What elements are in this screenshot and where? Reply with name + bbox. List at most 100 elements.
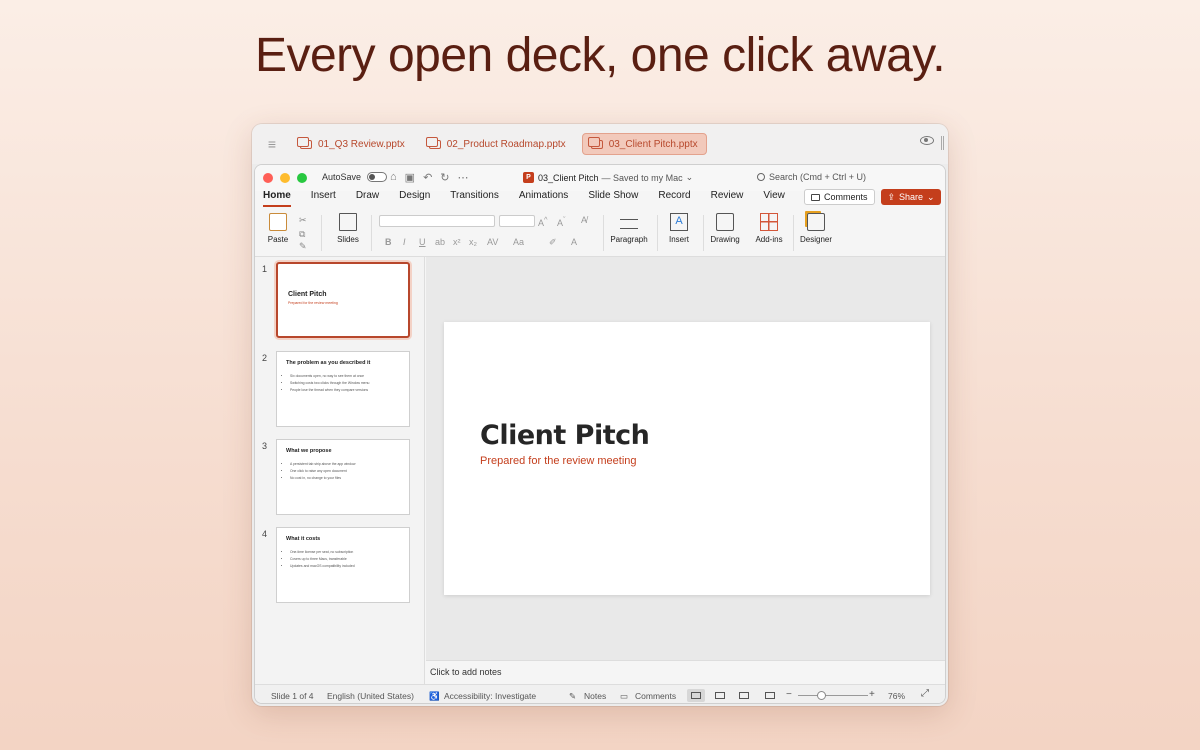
font-name-select[interactable]: [379, 215, 495, 227]
designer-icon: [807, 213, 825, 231]
tab-q3-review[interactable]: 01_Q3 Review.pptx: [292, 133, 413, 155]
slide-thumbnail-3[interactable]: What we propose A persistent tab strip a…: [276, 439, 410, 515]
menu-icon[interactable]: ≡: [252, 136, 292, 152]
chevron-down-icon: ⌄: [927, 191, 935, 202]
home-icon[interactable]: ⌂: [390, 171, 397, 184]
minimize-window-button[interactable]: [280, 173, 290, 183]
tab-design[interactable]: Design: [399, 189, 430, 209]
tab-insert[interactable]: Insert: [311, 189, 336, 209]
language[interactable]: English (United States): [327, 691, 414, 701]
marketing-headline: Every open deck, one click away.: [254, 29, 946, 82]
slide-subtitle[interactable]: Prepared for the review meeting: [480, 455, 637, 467]
tab-review[interactable]: Review: [711, 189, 744, 209]
presentation-icon: [765, 692, 775, 699]
undo-icon[interactable]: ↶: [423, 171, 432, 184]
autosave-toggle[interactable]: [367, 172, 388, 182]
tab-animations[interactable]: Animations: [519, 189, 568, 209]
change-case-icon[interactable]: Aa: [513, 237, 524, 247]
zoom-window-button[interactable]: [297, 173, 307, 183]
slides-group[interactable]: Slides: [331, 213, 365, 244]
slideshow-button[interactable]: [761, 689, 779, 702]
zoom-in-button[interactable]: +: [869, 689, 875, 700]
share-button[interactable]: ⇪ Share ⌄: [881, 189, 941, 205]
notes-field[interactable]: Click to add notes: [426, 660, 945, 684]
slides-layout-icon: [339, 213, 357, 231]
close-window-button[interactable]: [263, 173, 273, 183]
eye-icon[interactable]: [920, 136, 934, 145]
decrease-font-icon[interactable]: Aˇ: [557, 215, 566, 228]
slide-editing-area: Client Pitch Prepared for the review mee…: [426, 257, 945, 660]
font-size-select[interactable]: [499, 215, 535, 227]
drawing-shapes-icon: [716, 213, 734, 231]
slide-title[interactable]: Client Pitch: [480, 420, 650, 451]
accessibility-status[interactable]: Accessibility: Investigate: [444, 691, 536, 701]
strikethrough-icon[interactable]: ab: [435, 237, 445, 247]
search-placeholder: Search (Cmd + Ctrl + U): [769, 172, 867, 182]
tab-record[interactable]: Record: [658, 189, 690, 209]
slide-sorter-button[interactable]: [711, 689, 729, 702]
drawing-label: Drawing: [710, 235, 740, 244]
redo-icon[interactable]: ↻: [440, 171, 449, 184]
format-painter-icon[interactable]: ✎: [299, 241, 307, 252]
italic-icon[interactable]: I: [403, 237, 406, 247]
document-title[interactable]: P 03_Client Pitch — Saved to my Mac ⌄: [523, 172, 693, 183]
slide-thumbnail-4[interactable]: What it costs One-time license per seat,…: [276, 527, 410, 603]
tab-draw[interactable]: Draw: [356, 189, 379, 209]
window-controls: [263, 173, 307, 183]
save-icon[interactable]: ▣: [405, 171, 415, 184]
slide-thumbnail-2[interactable]: The problem as you described it Six docu…: [276, 351, 410, 427]
addins-group[interactable]: Add-ins: [751, 213, 787, 244]
tab-slide-show[interactable]: Slide Show: [588, 189, 638, 209]
tab-client-pitch[interactable]: 03_Client Pitch.pptx: [581, 133, 707, 155]
highlight-icon[interactable]: ✐: [549, 237, 557, 248]
chevron-down-icon: ⌄: [685, 172, 694, 182]
zoom-out-button[interactable]: −: [786, 689, 792, 700]
notes-toggle[interactable]: Notes: [584, 691, 606, 701]
subscript-icon[interactable]: x₂: [469, 237, 477, 247]
character-spacing-icon[interactable]: AV: [487, 237, 498, 247]
clear-format-icon[interactable]: A̸: [581, 215, 587, 225]
fit-to-window-icon[interactable]: ⤢: [921, 688, 929, 699]
slide-count: Slide 1 of 4: [271, 691, 314, 701]
paragraph-group[interactable]: Paragraph: [607, 213, 651, 244]
zoom-slider[interactable]: [798, 695, 868, 696]
tab-product-roadmap[interactable]: 02_Product Roadmap.pptx: [421, 133, 574, 155]
list-item: Six documents open, no way to see them a…: [290, 374, 369, 378]
share-label: Share: [898, 192, 924, 202]
designer-group[interactable]: Designer: [797, 213, 835, 244]
drag-handle-icon[interactable]: [941, 136, 944, 150]
title-bar: AutoSave ⌂ ▣ ↶ ↻ ⋯ P 03_Client Pitch — S…: [255, 165, 945, 191]
current-slide[interactable]: Client Pitch Prepared for the review mee…: [444, 322, 930, 595]
document-copy-icon: [297, 136, 312, 149]
divider: [321, 215, 322, 251]
comment-icon: [811, 193, 820, 201]
document-copy-icon: [587, 136, 603, 149]
more-icon[interactable]: ⋯: [458, 171, 469, 184]
comments-button[interactable]: Comments: [804, 189, 875, 205]
list-item: One click to raise any open document: [290, 469, 355, 473]
superscript-icon[interactable]: x²: [453, 237, 461, 247]
thumb-title: What we propose: [286, 448, 332, 454]
reading-view-button[interactable]: [735, 689, 753, 702]
insert-group[interactable]: A Insert: [661, 213, 697, 244]
tab-view[interactable]: View: [763, 189, 785, 209]
increase-font-icon[interactable]: A^: [538, 215, 548, 228]
comments-toggle[interactable]: Comments: [635, 691, 676, 701]
font-color-icon[interactable]: A: [571, 237, 577, 247]
tab-transitions[interactable]: Transitions: [450, 189, 499, 209]
search-field[interactable]: Search (Cmd + Ctrl + U): [757, 172, 866, 182]
notes-icon: ✎: [569, 691, 577, 701]
normal-view-button[interactable]: [687, 689, 705, 702]
bold-icon[interactable]: B: [385, 237, 392, 247]
copy-icon[interactable]: ⧉: [299, 229, 305, 240]
tab-home[interactable]: Home: [263, 189, 291, 209]
slide-thumbnail-1[interactable]: Client Pitch Prepared for the review mee…: [276, 262, 410, 338]
underline-icon[interactable]: U: [419, 237, 426, 247]
paste-group[interactable]: Paste: [263, 213, 293, 244]
thumb-bullets: A persistent tab strip above the app win…: [290, 462, 355, 483]
cut-icon[interactable]: ✂: [299, 215, 307, 226]
zoom-level[interactable]: 76%: [888, 691, 905, 701]
drawing-group[interactable]: Drawing: [707, 213, 743, 244]
zoom-slider-handle[interactable]: [817, 691, 826, 700]
accessibility-icon: ♿: [429, 691, 440, 701]
